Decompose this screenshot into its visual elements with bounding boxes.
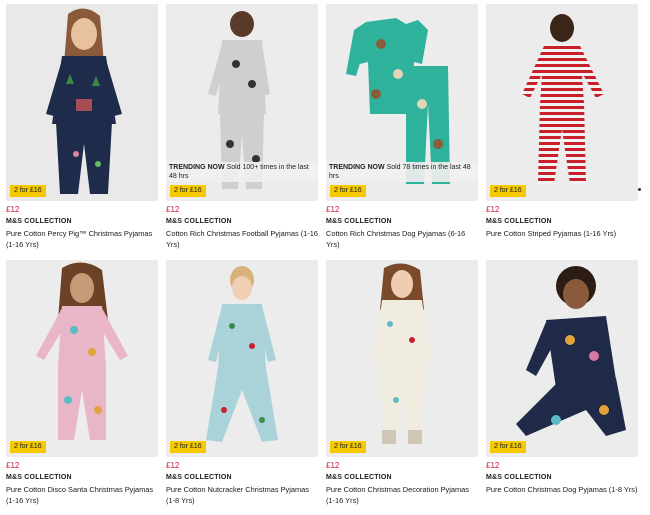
product-image[interactable]: 2 for £16 <box>6 260 158 457</box>
product-title[interactable]: Pure Cotton Nutcracker Christmas Pyjamas… <box>166 484 318 506</box>
trending-banner: TRENDING NOW Sold 78 times in the last 4… <box>326 162 478 182</box>
product-title[interactable]: Pure Cotton Percy Pig™ Christmas Pyjamas… <box>6 228 158 250</box>
product-image[interactable]: 2 for £16 <box>326 260 478 457</box>
product-price: £12 <box>166 461 180 470</box>
girl-cream-decoration-pyjamas-image <box>326 260 478 457</box>
offer-badge: 2 for £16 <box>490 441 526 453</box>
product-card[interactable]: 2 for £16 £12 M&S COLLECTION Pure Cotton… <box>6 4 158 250</box>
product-brand: M&S COLLECTION <box>486 218 552 225</box>
product-brand: M&S COLLECTION <box>486 474 552 481</box>
product-brand: M&S COLLECTION <box>6 474 72 481</box>
product-image[interactable]: 2 for £16 <box>6 4 158 201</box>
product-card[interactable]: 2 for £16 £12 M&S COLLECTION Pure Cotton… <box>486 4 638 239</box>
product-title[interactable]: Cotton Rich Christmas Dog Pyjamas (6-16 … <box>326 228 478 250</box>
product-price: £12 <box>6 205 20 214</box>
offer-badge: 2 for £16 <box>330 185 366 197</box>
product-price: £12 <box>166 205 180 214</box>
offer-badge: 2 for £16 <box>10 441 46 453</box>
girl-pink-santa-pyjamas-image <box>6 260 158 457</box>
girl-red-striped-pyjamas-image <box>486 4 638 201</box>
product-brand: M&S COLLECTION <box>166 218 232 225</box>
product-brand: M&S COLLECTION <box>326 474 392 481</box>
product-brand: M&S COLLECTION <box>326 218 392 225</box>
product-title[interactable]: Pure Cotton Christmas Decoration Pyjamas… <box>326 484 478 506</box>
product-brand: M&S COLLECTION <box>166 474 232 481</box>
product-card[interactable]: 2 for £16 £12 M&S COLLECTION Pure Cotton… <box>326 260 478 506</box>
offer-badge: 2 for £16 <box>330 441 366 453</box>
product-card[interactable]: 2 for £16 £12 M&S COLLECTION Pure Cotton… <box>166 260 318 506</box>
carousel-indicator-dot <box>638 188 641 191</box>
offer-badge: 2 for £16 <box>490 185 526 197</box>
product-title[interactable]: Cotton Rich Christmas Football Pyjamas (… <box>166 228 318 250</box>
girl-navy-dog-pyjamas-image <box>486 260 638 457</box>
product-image[interactable]: TRENDING NOW Sold 78 times in the last 4… <box>326 4 478 201</box>
product-image[interactable]: 2 for £16 <box>486 260 638 457</box>
product-card[interactable]: TRENDING NOW Sold 100+ times in the last… <box>166 4 318 250</box>
trending-banner: TRENDING NOW Sold 100+ times in the last… <box>166 162 318 182</box>
girl-blue-nutcracker-pyjamas-image <box>166 260 318 457</box>
product-price: £12 <box>486 461 500 470</box>
product-title[interactable]: Pure Cotton Striped Pyjamas (1-16 Yrs) <box>486 228 638 239</box>
trending-tag: TRENDING NOW <box>329 164 385 171</box>
product-price: £12 <box>326 461 340 470</box>
offer-badge: 2 for £16 <box>170 185 206 197</box>
trending-tag: TRENDING NOW <box>169 164 225 171</box>
product-price: £12 <box>486 205 500 214</box>
product-price: £12 <box>6 461 20 470</box>
product-card[interactable]: 2 for £16 £12 M&S COLLECTION Pure Cotton… <box>6 260 158 506</box>
offer-badge: 2 for £16 <box>170 441 206 453</box>
product-image[interactable]: 2 for £16 <box>166 260 318 457</box>
product-brand: M&S COLLECTION <box>6 218 72 225</box>
girl-navy-christmas-pyjamas-image <box>6 4 158 201</box>
product-image[interactable]: 2 for £16 <box>486 4 638 201</box>
product-price: £12 <box>326 205 340 214</box>
product-grid: 2 for £16 £12 M&S COLLECTION Pure Cotton… <box>0 0 650 515</box>
product-card[interactable]: 2 for £16 £12 M&S COLLECTION Pure Cotton… <box>486 260 638 495</box>
product-card[interactable]: TRENDING NOW Sold 78 times in the last 4… <box>326 4 478 250</box>
product-title[interactable]: Pure Cotton Christmas Dog Pyjamas (1-8 Y… <box>486 484 638 495</box>
product-image[interactable]: TRENDING NOW Sold 100+ times in the last… <box>166 4 318 201</box>
product-title[interactable]: Pure Cotton Disco Santa Christmas Pyjama… <box>6 484 158 506</box>
offer-badge: 2 for £16 <box>10 185 46 197</box>
